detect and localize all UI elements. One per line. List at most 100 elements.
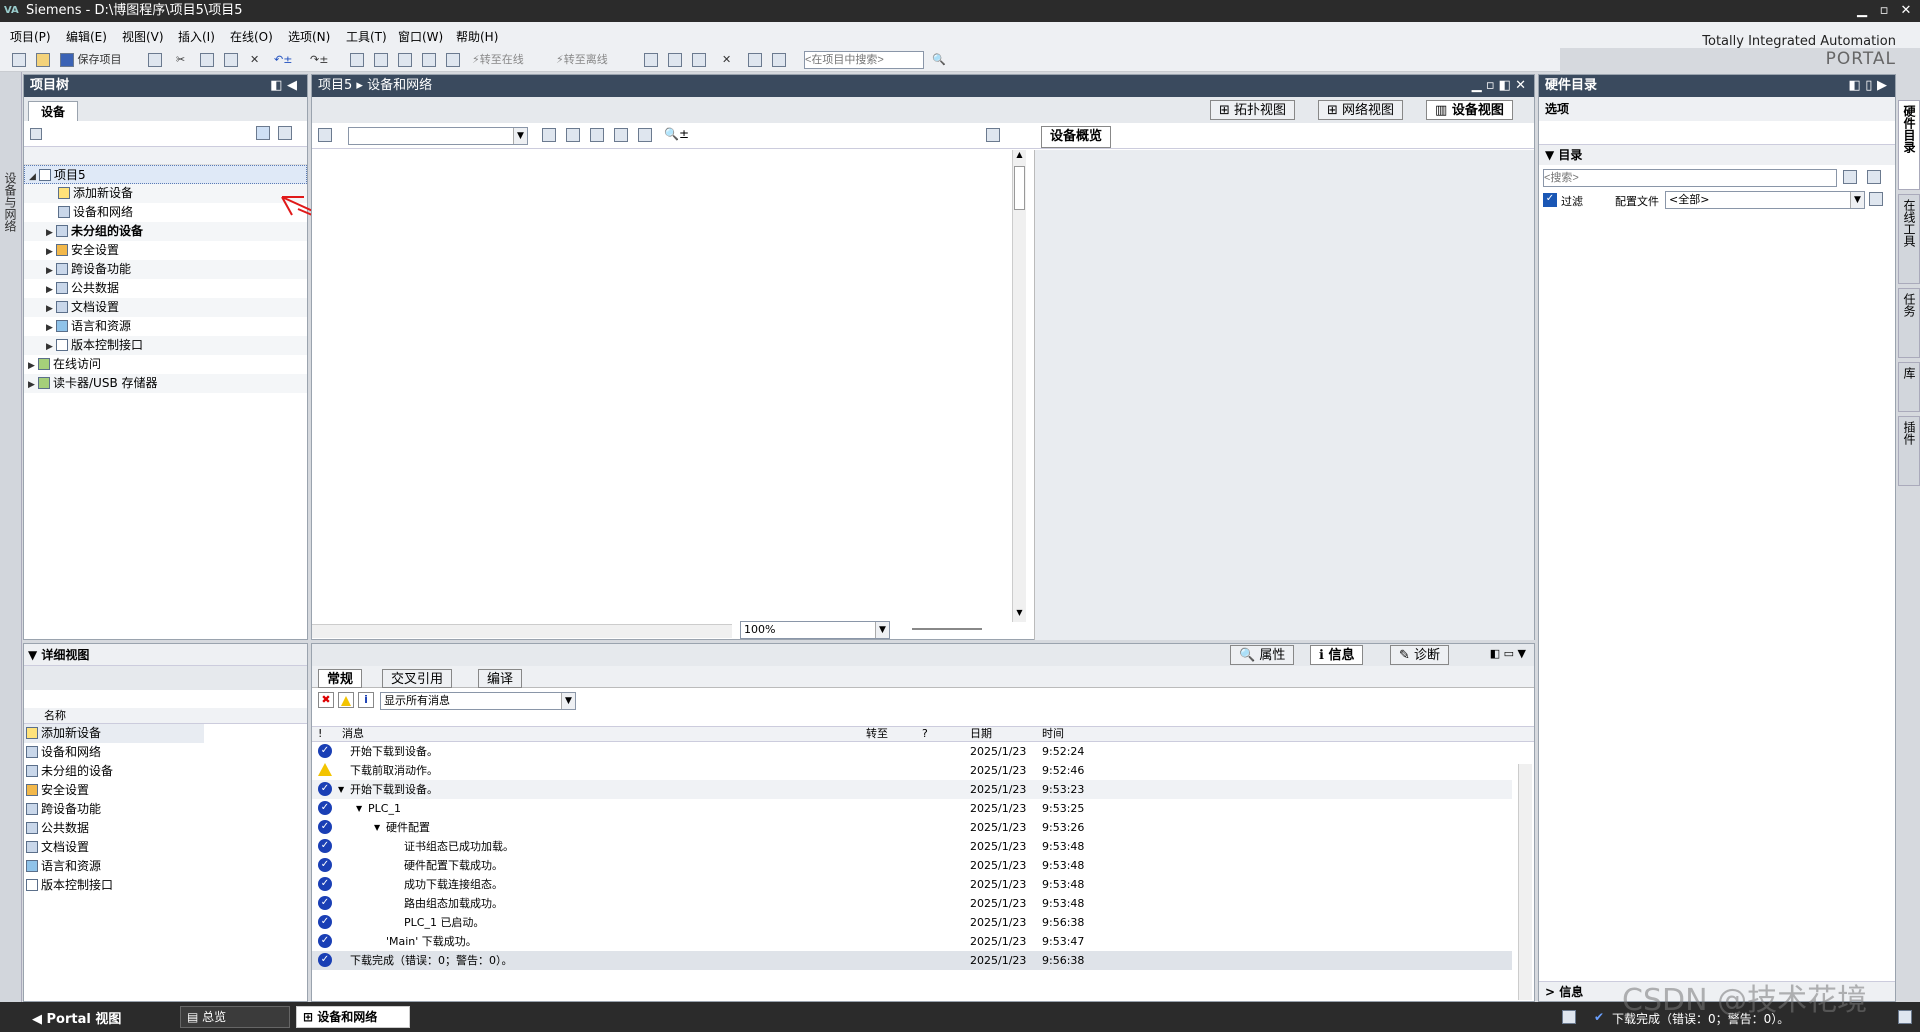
message-row[interactable]: ✓ 开始下载到设备。 ▼ 2025/1/23 9:53:23 xyxy=(312,780,1512,799)
info-filter-icon[interactable]: i xyxy=(358,692,374,708)
device-overview-tab[interactable]: 设备概览 xyxy=(1041,126,1112,148)
device-select-icon[interactable] xyxy=(318,127,332,142)
subtab-cross-ref[interactable]: 交叉引用 xyxy=(382,669,453,688)
vtab-online-tools[interactable]: 在线工具 xyxy=(1898,194,1920,284)
breadcrumb-devnet[interactable]: 设备和网络 xyxy=(367,78,432,93)
project-search-input[interactable] xyxy=(804,51,924,69)
add-device-icon[interactable] xyxy=(30,126,42,140)
upload-icon[interactable] xyxy=(398,51,412,69)
tab-properties[interactable]: 🔍 属性 xyxy=(1230,645,1295,665)
cut-icon[interactable]: ✂ xyxy=(176,51,185,69)
tree-item-add-device[interactable]: 添加新设备 xyxy=(24,184,307,203)
menu-project[interactable]: 项目(P) xyxy=(10,28,51,45)
profile-dropdown[interactable]: <全部> ▼ xyxy=(1665,191,1865,209)
devnet-tab[interactable]: ⊞ 设备和网络 xyxy=(296,1006,410,1028)
detail-item[interactable]: 公共数据 xyxy=(24,819,307,838)
message-row[interactable]: ✓ 硬件配置 ▼ 2025/1/23 9:53:26 xyxy=(312,818,1512,837)
error-filter-icon[interactable]: ✖ xyxy=(318,692,334,708)
hw-options[interactable]: 选项 xyxy=(1539,97,1895,121)
tab-diagnostics[interactable]: ✎ 诊断 xyxy=(1390,645,1450,665)
menu-view[interactable]: 视图(V) xyxy=(122,28,164,45)
subtab-general[interactable]: 常规 xyxy=(318,669,363,688)
profile-edit-icon[interactable] xyxy=(1869,191,1883,206)
start-cpu-icon[interactable] xyxy=(668,51,682,69)
detail-item[interactable]: 跨设备功能 xyxy=(24,800,307,819)
search-up-icon[interactable] xyxy=(1867,169,1881,184)
menu-insert[interactable]: 插入(I) xyxy=(178,28,215,45)
split-vertical-icon[interactable] xyxy=(772,51,786,69)
message-row[interactable]: ✓ 开始下载到设备。 2025/1/23 9:52:24 xyxy=(312,742,1512,761)
stop-cpu-icon[interactable] xyxy=(692,51,706,69)
detail-item[interactable]: 添加新设备 xyxy=(24,724,204,743)
search-down-icon[interactable] xyxy=(1843,169,1857,184)
message-row[interactable]: ✓ 成功下载连接组态。 2025/1/23 9:53:48 xyxy=(312,875,1512,894)
table-icon[interactable] xyxy=(614,127,628,142)
delete-icon[interactable]: ✕ xyxy=(250,51,259,69)
expand-icon[interactable]: ▼ xyxy=(356,799,362,818)
tab-devices[interactable]: 设备 xyxy=(28,101,79,121)
message-row[interactable]: ✓ 硬件配置下载成功。 2025/1/23 9:53:48 xyxy=(312,856,1512,875)
split-horizontal-icon[interactable] xyxy=(748,51,762,69)
vtab-tasks[interactable]: 任务 xyxy=(1898,288,1920,358)
subtab-compile[interactable]: 编译 xyxy=(478,669,523,688)
overview-tab[interactable]: ▤ 总览 xyxy=(180,1006,290,1028)
tree-item-card-reader[interactable]: ▶ 读卡器/USB 存储器 xyxy=(24,374,307,393)
stop-sim-icon[interactable] xyxy=(446,51,460,69)
menu-tools[interactable]: 工具(T) xyxy=(346,28,387,45)
message-row[interactable]: ✓ PLC_1 已启动。 2025/1/23 9:56:38 xyxy=(312,913,1512,932)
zoom-dropdown[interactable]: 100% ▼ xyxy=(740,621,890,639)
overview-toggle-icon[interactable] xyxy=(986,127,1000,142)
warning-filter-icon[interactable] xyxy=(338,692,354,708)
tree-item-cross-device[interactable]: ▶ 跨设备功能 xyxy=(24,260,307,279)
expand-icon[interactable]: ▼ xyxy=(374,818,380,837)
message-row[interactable]: ✓ 路由组态加载成功。 2025/1/23 9:53:48 xyxy=(312,894,1512,913)
page-icon[interactable] xyxy=(638,127,652,142)
undo-icon[interactable]: ↶± xyxy=(274,51,292,69)
detail-item[interactable]: 安全设置 xyxy=(24,781,307,800)
detail-view-header[interactable]: ▼ 详细视图 xyxy=(24,644,307,666)
menu-help[interactable]: 帮助(H) xyxy=(456,28,498,45)
close-button[interactable]: ✕ xyxy=(1896,2,1916,20)
message-row[interactable]: ✓ 下载完成（错误：0；警告：0）。 2025/1/23 9:56:38 xyxy=(312,951,1512,970)
vertical-scrollbar[interactable]: ▲ ▼ xyxy=(1012,150,1026,622)
tab-topology-view[interactable]: ⊞ 拓扑视图 xyxy=(1210,100,1296,120)
minimize-button[interactable]: ▁ xyxy=(1852,2,1872,20)
vtab-hw-catalog[interactable]: 硬件目录 xyxy=(1898,100,1920,190)
tree-item-version-control[interactable]: ▶ 版本控制接口 xyxy=(24,336,307,355)
collapse-panel-icon[interactable]: ◧ ◀ xyxy=(270,75,297,97)
print-icon[interactable] xyxy=(148,51,162,69)
tree-item-devices-networks[interactable]: 设备和网络 xyxy=(24,203,307,222)
message-row[interactable]: 下载前取消动作。 2025/1/23 9:52:46 xyxy=(312,761,1512,780)
simulate-icon[interactable] xyxy=(422,51,436,69)
download-icon[interactable] xyxy=(374,51,388,69)
device-dropdown[interactable]: ▼ xyxy=(348,127,528,145)
tree-item-online-access[interactable]: ▶ 在线访问 xyxy=(24,355,307,374)
menu-online[interactable]: 在线(O) xyxy=(230,28,273,45)
message-row[interactable]: ✓ PLC_1 ▼ 2025/1/23 9:53:25 xyxy=(312,799,1512,818)
search-icon[interactable]: 🔍 xyxy=(932,51,946,69)
accessible-devices-icon[interactable] xyxy=(644,51,658,69)
new-project-icon[interactable] xyxy=(12,51,26,69)
hw-catalog-section[interactable]: ▼ 目录 xyxy=(1539,145,1895,165)
device-canvas[interactable] xyxy=(312,150,1010,622)
status-end-icon[interactable] xyxy=(1898,1009,1912,1024)
tree-item-languages[interactable]: ▶ 语言和资源 xyxy=(24,317,307,336)
tree-item-security[interactable]: ▶ 安全设置 xyxy=(24,241,307,260)
editor-window-controls[interactable]: ▁ ▫ ◧ ✕ xyxy=(1472,75,1526,97)
status-icon[interactable] xyxy=(1562,1009,1576,1024)
tree-item-project[interactable]: ◢ 项目5 xyxy=(24,165,307,184)
scroll-thumb[interactable] xyxy=(1014,166,1025,210)
tree-item-doc-settings[interactable]: ▶ 文档设置 xyxy=(24,298,307,317)
filter-checkbox[interactable]: ✓ xyxy=(1543,193,1557,207)
sidetab-devices-networks[interactable]: 设备与网络 xyxy=(3,172,19,232)
save-project-button[interactable]: 保存项目 xyxy=(60,51,122,69)
paste-icon[interactable] xyxy=(224,51,238,69)
hw-panel-controls[interactable]: ◧ ▯ ▶ xyxy=(1849,75,1888,97)
message-filter-dropdown[interactable]: 显示所有消息 ▼ xyxy=(380,692,576,710)
detail-item[interactable]: 设备和网络 xyxy=(24,743,307,762)
menu-edit[interactable]: 编辑(E) xyxy=(66,28,107,45)
grid-icon[interactable] xyxy=(542,127,556,142)
portal-view-button[interactable]: ◀ Portal 视图 xyxy=(32,1008,121,1027)
detail-item[interactable]: 语言和资源 xyxy=(24,857,307,876)
go-offline-button[interactable]: ⚡转至离线 xyxy=(556,51,608,69)
